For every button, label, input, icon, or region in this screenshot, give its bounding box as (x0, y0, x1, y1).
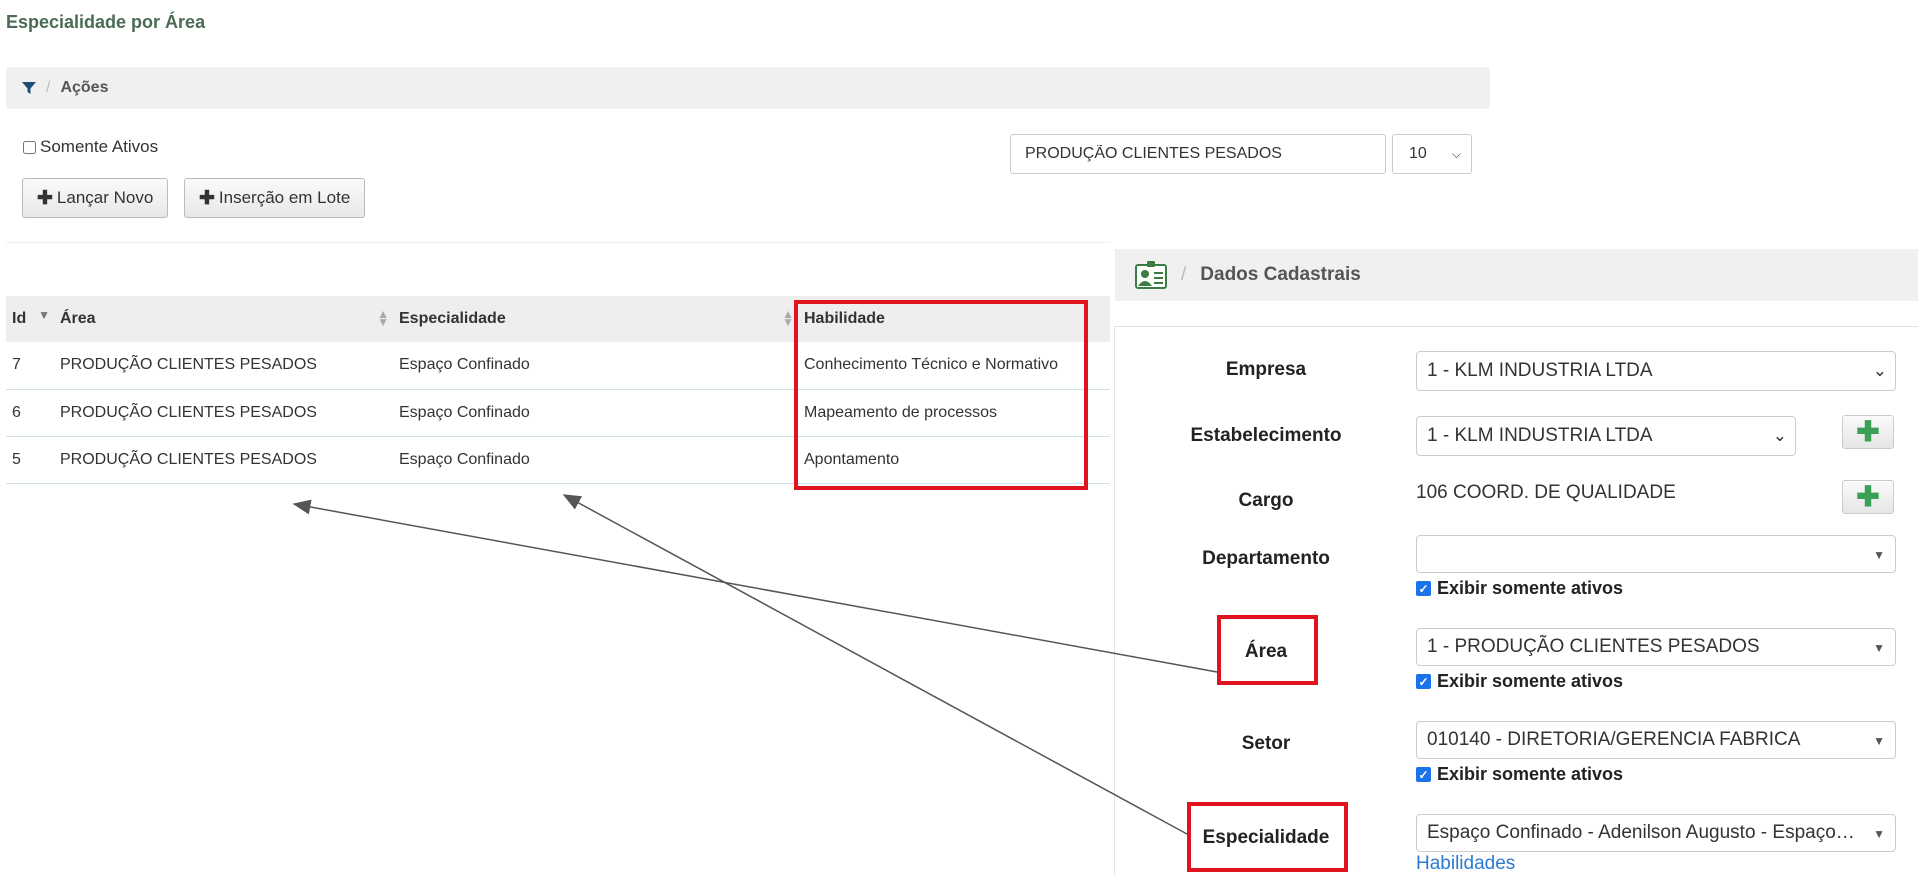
annotation-arrows (292, 494, 1218, 835)
arrow-area-to-table (292, 499, 1218, 673)
arrow-especialidade-to-table (562, 494, 1188, 835)
